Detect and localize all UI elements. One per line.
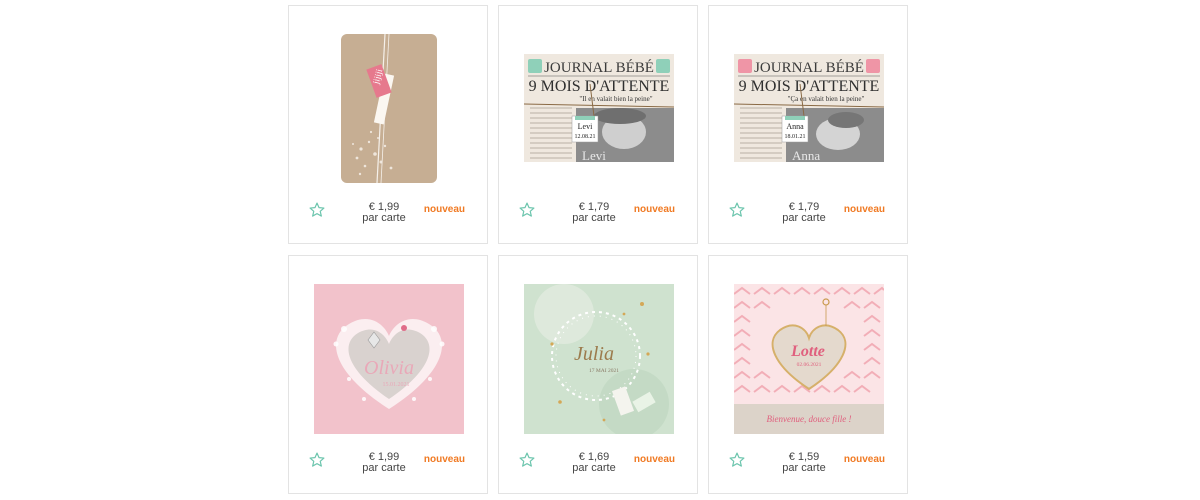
favorite-star-icon[interactable] [518, 451, 536, 469]
product-card[interactable]: JOURNAL BÉBÉ 9 MOIS D'ATTENTE "Ça en val… [708, 5, 908, 244]
newspaper-card-anna-icon: JOURNAL BÉBÉ 9 MOIS D'ATTENTE "Ça en val… [734, 54, 884, 162]
card-banner: Bienvenue, douce fille ! [767, 414, 852, 424]
card-date: 17 MAI 2021 [589, 368, 619, 374]
card-name: Julia [574, 343, 614, 365]
card-date: 15.01.2021 [383, 382, 410, 388]
product-card[interactable]: JOURNAL BÉBÉ 9 MOIS D'ATTENTE "Il en val… [498, 5, 698, 244]
newspaper-quote: "Il en valait bien la peine" [579, 95, 652, 103]
tag-date: 12.08.21 [575, 134, 596, 140]
price-unit: par carte [572, 212, 616, 224]
photo-name: Anna [792, 148, 820, 162]
product-card[interactable]: Julia 17 MAI 2021 € 1,69 par carte nouve… [498, 255, 698, 494]
product-card[interactable]: jijiji € 1,99 par carte nouveau [288, 5, 488, 244]
newspaper-quote: "Ça en valait bien la peine" [788, 95, 865, 103]
product-image[interactable]: Lotte 02.06.2021 Bienvenue, douce fille … [709, 256, 907, 446]
new-badge: nouveau [843, 454, 885, 465]
newspaper-card-levi-icon: JOURNAL BÉBÉ 9 MOIS D'ATTENTE "Il en val… [524, 54, 674, 162]
favorite-star-icon[interactable] [728, 451, 746, 469]
price-unit: par carte [362, 212, 406, 224]
tag-name: Levi [578, 122, 593, 131]
favorite-star-icon[interactable] [308, 451, 326, 469]
price-unit: par carte [362, 462, 406, 474]
favorite-star-icon[interactable] [728, 201, 746, 219]
pink-heart-card-olivia-icon: Olivia 15.01.2021 [314, 284, 464, 434]
product-image[interactable]: Olivia 15.01.2021 [289, 256, 487, 446]
green-wreath-card-julia-icon: Julia 17 MAI 2021 [524, 284, 674, 434]
newspaper-headline: 9 MOIS D'ATTENTE [739, 78, 880, 95]
new-badge: nouveau [633, 454, 675, 465]
product-card[interactable]: Lotte 02.06.2021 Bienvenue, douce fille … [708, 255, 908, 494]
tag-date: 18.01.21 [785, 134, 806, 140]
new-badge: nouveau [423, 454, 465, 465]
new-badge: nouveau [843, 204, 885, 215]
new-badge: nouveau [633, 204, 675, 215]
product-card[interactable]: Olivia 15.01.2021 € 1,99 par carte nouve… [288, 255, 488, 494]
product-image[interactable]: JOURNAL BÉBÉ 9 MOIS D'ATTENTE "Ça en val… [709, 6, 907, 196]
product-image[interactable]: Julia 17 MAI 2021 [499, 256, 697, 446]
card-name: Lotte [790, 343, 825, 360]
tag-name: Anna [786, 122, 804, 131]
photo-name: Levi [582, 148, 606, 162]
newspaper-headline: 9 MOIS D'ATTENTE [529, 78, 670, 95]
new-badge: nouveau [423, 204, 465, 215]
card-name: Olivia [364, 357, 414, 379]
card-date: 02.06.2021 [797, 362, 822, 368]
price-unit: par carte [572, 462, 616, 474]
favorite-star-icon[interactable] [518, 201, 536, 219]
kraft-card-pink-tag-icon: jijiji [341, 34, 437, 183]
favorite-star-icon[interactable] [308, 201, 326, 219]
product-image[interactable]: jijiji [289, 6, 487, 196]
price-unit: par carte [782, 462, 826, 474]
newspaper-masthead: JOURNAL BÉBÉ [544, 59, 654, 76]
product-image[interactable]: JOURNAL BÉBÉ 9 MOIS D'ATTENTE "Il en val… [499, 6, 697, 196]
newspaper-masthead: JOURNAL BÉBÉ [754, 59, 864, 76]
heart-card-lotte-icon: Lotte 02.06.2021 Bienvenue, douce fille … [734, 284, 884, 434]
price-unit: par carte [782, 212, 826, 224]
